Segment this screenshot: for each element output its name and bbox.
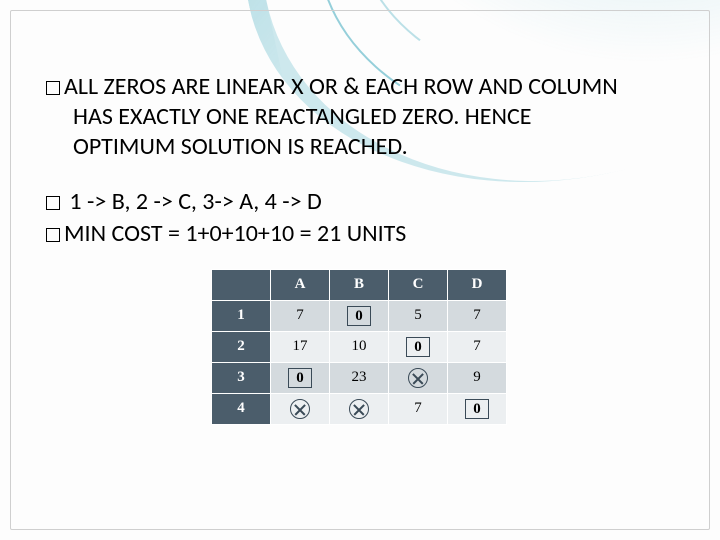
corner-cell [212, 269, 271, 300]
col-header: B [330, 269, 389, 300]
col-header: A [271, 269, 330, 300]
cell-value: 10 [352, 338, 367, 354]
crossed-zero-icon [349, 399, 369, 419]
slide-content: ALL ZEROS ARE LINEAR X OR & EACH ROW AND… [0, 0, 720, 540]
table-row: 4 7 0 [212, 393, 507, 424]
bullet-marker-icon [46, 196, 60, 210]
cost-table: A B C D 17057217100730239470 [211, 269, 507, 425]
heading-line-1: ALL ZEROS ARE LINEAR X OR & EACH ROW AND… [64, 72, 618, 101]
cell-value: 17 [293, 338, 308, 354]
boxed-zero: 0 [465, 399, 489, 419]
cell-value: 7 [473, 338, 481, 354]
table-cell [389, 362, 448, 393]
crossed-zero-icon [408, 368, 428, 388]
table-cell: 0 [330, 300, 389, 331]
crossed-zero-icon [290, 399, 310, 419]
boxed-zero: 0 [288, 368, 312, 388]
mincost-text: MIN COST = 1+0+10+10 = 21 UNITS [64, 219, 406, 248]
table-cell [330, 393, 389, 424]
cell-value: 7 [414, 400, 422, 416]
table-cell: 0 [389, 331, 448, 362]
boxed-zero: 0 [347, 306, 371, 326]
table-wrap: A B C D 17057217100730239470 [46, 269, 672, 425]
table-cell: 23 [330, 362, 389, 393]
table-row: 2 17 10 0 7 [212, 331, 507, 362]
table-cell: 7 [271, 300, 330, 331]
row-header: 3 [212, 362, 271, 393]
heading-block: ALL ZEROS ARE LINEAR X OR & EACH ROW AND… [46, 72, 672, 162]
heading-line-2: HAS EXACTLY ONE REACTANGLED ZERO. HENCE [73, 102, 672, 132]
table-cell [271, 393, 330, 424]
row-header: 4 [212, 393, 271, 424]
bullet-marker-icon [46, 81, 60, 95]
assignments-text: 1 -> B, 2 -> C, 3-> A, 4 -> D [64, 187, 322, 216]
boxed-zero: 0 [406, 337, 430, 357]
table-cell: 10 [330, 331, 389, 362]
table-cell: 7 [389, 393, 448, 424]
table-cell: 5 [389, 300, 448, 331]
cell-value: 9 [473, 369, 481, 385]
table-cell: 0 [271, 362, 330, 393]
col-header: D [448, 269, 507, 300]
table-cell: 7 [448, 331, 507, 362]
col-header: C [389, 269, 448, 300]
bullet-marker-icon [46, 228, 60, 242]
cell-value: 7 [296, 307, 304, 323]
row-header: 2 [212, 331, 271, 362]
assignments-line: 1 -> B, 2 -> C, 3-> A, 4 -> D [46, 186, 672, 218]
table-cell: 17 [271, 331, 330, 362]
table-row: 1 7 0 5 7 [212, 300, 507, 331]
table-cell: 9 [448, 362, 507, 393]
cell-value: 7 [473, 307, 481, 323]
heading-line-3: OPTIMUM SOLUTION IS REACHED. [73, 132, 672, 162]
table-cell: 0 [448, 393, 507, 424]
table-row: 30 23 9 [212, 362, 507, 393]
table-header-row: A B C D [212, 269, 507, 300]
cell-value: 5 [414, 307, 422, 323]
mincost-line: MIN COST = 1+0+10+10 = 21 UNITS [46, 218, 672, 250]
table-cell: 7 [448, 300, 507, 331]
row-header: 1 [212, 300, 271, 331]
cell-value: 23 [352, 369, 367, 385]
